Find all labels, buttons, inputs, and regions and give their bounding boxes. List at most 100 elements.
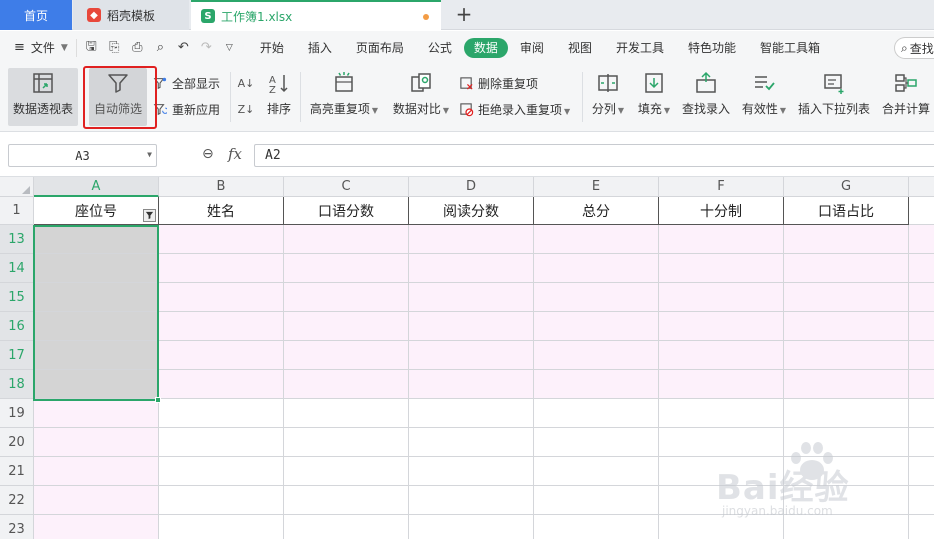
formula-input[interactable]: A2: [254, 144, 934, 167]
table-cell[interactable]: [909, 312, 934, 341]
table-cell[interactable]: [159, 370, 284, 399]
table-cell[interactable]: [659, 254, 784, 283]
menu-item-data[interactable]: 数据: [463, 37, 508, 58]
table-cell[interactable]: [159, 341, 284, 370]
column-header-f[interactable]: F: [659, 177, 784, 197]
row-header[interactable]: 15: [0, 283, 34, 312]
header-cell[interactable]: 阅读分数: [409, 197, 534, 225]
row-header[interactable]: 19: [0, 399, 34, 428]
table-cell[interactable]: [534, 515, 659, 539]
table-cell[interactable]: [659, 370, 784, 399]
table-cell[interactable]: [284, 457, 409, 486]
show-all-button[interactable]: 全部显示: [152, 72, 220, 94]
table-cell[interactable]: [409, 312, 534, 341]
table-cell[interactable]: [159, 312, 284, 341]
table-cell[interactable]: [659, 225, 784, 254]
table-cell[interactable]: [159, 457, 284, 486]
table-cell[interactable]: [909, 515, 934, 539]
menu-item-insert[interactable]: 插入: [296, 38, 344, 58]
table-cell[interactable]: [784, 225, 909, 254]
table-cell[interactable]: [284, 399, 409, 428]
header-cell[interactable]: 口语分数: [284, 197, 409, 225]
row-header[interactable]: 14: [0, 254, 34, 283]
table-cell[interactable]: [534, 457, 659, 486]
menu-item-features[interactable]: 特色功能: [676, 38, 748, 58]
row-header[interactable]: 18: [0, 370, 34, 399]
table-cell[interactable]: [34, 428, 159, 457]
merge-calculate-button[interactable]: 合并计算: [878, 68, 934, 126]
lookup-entry-button[interactable]: 查找录入: [680, 68, 732, 126]
row-header[interactable]: 20: [0, 428, 34, 457]
table-cell[interactable]: [784, 399, 909, 428]
table-cell[interactable]: [34, 283, 159, 312]
undo-icon[interactable]: ↶: [175, 40, 192, 55]
table-cell[interactable]: [159, 399, 284, 428]
table-cell[interactable]: [284, 254, 409, 283]
column-header-h[interactable]: [909, 177, 934, 197]
table-cell[interactable]: [534, 312, 659, 341]
table-cell[interactable]: [659, 457, 784, 486]
header-cell[interactable]: 姓名: [159, 197, 284, 225]
menu-item-review[interactable]: 审阅: [508, 38, 556, 58]
table-cell[interactable]: [784, 370, 909, 399]
data-compare-button[interactable]: 数据对比 ▼: [388, 68, 454, 126]
table-cell[interactable]: [909, 254, 934, 283]
table-cell[interactable]: [534, 341, 659, 370]
search-box[interactable]: ⌕ 查找: [894, 37, 934, 59]
pivot-table-button[interactable]: 数据透视表: [8, 68, 78, 126]
row-header[interactable]: 16: [0, 312, 34, 341]
table-cell[interactable]: [909, 225, 934, 254]
table-cell[interactable]: [784, 254, 909, 283]
table-cell[interactable]: [34, 254, 159, 283]
table-cell[interactable]: [34, 399, 159, 428]
save-icon[interactable]: 🖫: [83, 37, 100, 59]
row-header[interactable]: 23: [0, 515, 34, 539]
table-cell[interactable]: [534, 370, 659, 399]
table-cell[interactable]: [284, 225, 409, 254]
print-preview-icon[interactable]: ⌕: [152, 40, 169, 55]
filter-dropdown-icon[interactable]: [143, 209, 156, 222]
table-cell[interactable]: [534, 428, 659, 457]
table-cell[interactable]: [159, 428, 284, 457]
auto-filter-button[interactable]: 自动筛选: [89, 68, 147, 126]
table-cell[interactable]: [659, 486, 784, 515]
table-cell[interactable]: [659, 428, 784, 457]
column-header-c[interactable]: C: [284, 177, 409, 197]
file-menu[interactable]: ≡ 文件 ▼: [0, 39, 76, 56]
table-cell[interactable]: [784, 341, 909, 370]
table-cell[interactable]: [909, 457, 934, 486]
print-icon[interactable]: ⎙: [129, 40, 146, 55]
menu-item-home[interactable]: 开始: [248, 38, 296, 58]
table-cell[interactable]: [159, 486, 284, 515]
tab-docer-templates[interactable]: ◆ 稻壳模板: [73, 0, 189, 30]
split-column-button[interactable]: 分列 ▼: [590, 68, 626, 126]
menu-item-page-layout[interactable]: 页面布局: [344, 38, 416, 58]
table-cell[interactable]: [409, 486, 534, 515]
table-cell[interactable]: [784, 486, 909, 515]
validity-button[interactable]: 有效性 ▼: [740, 68, 788, 126]
table-cell[interactable]: [784, 312, 909, 341]
menu-item-smart-tools[interactable]: 智能工具箱: [748, 38, 832, 58]
new-tab-plus-icon[interactable]: +: [452, 3, 476, 27]
table-cell[interactable]: [784, 515, 909, 539]
header-cell[interactable]: 口语占比: [784, 197, 909, 225]
row-header[interactable]: 1: [0, 197, 34, 225]
table-cell[interactable]: [34, 312, 159, 341]
fill-button[interactable]: 填充 ▼: [636, 68, 672, 126]
table-cell[interactable]: [34, 370, 159, 399]
table-cell[interactable]: [409, 457, 534, 486]
table-cell[interactable]: [284, 428, 409, 457]
table-cell[interactable]: [409, 254, 534, 283]
table-cell[interactable]: [409, 428, 534, 457]
menu-item-formulas[interactable]: 公式: [416, 38, 464, 58]
table-cell[interactable]: [909, 428, 934, 457]
table-cell[interactable]: [659, 399, 784, 428]
column-header-b[interactable]: B: [159, 177, 284, 197]
insert-dropdown-list-button[interactable]: 插入下拉列表: [796, 68, 872, 126]
export-icon[interactable]: ⎘: [106, 40, 123, 55]
table-cell[interactable]: [159, 254, 284, 283]
reject-duplicates-button[interactable]: 拒绝录入重复项 ▼: [458, 98, 570, 120]
table-cell[interactable]: [909, 399, 934, 428]
table-cell[interactable]: [534, 399, 659, 428]
zoom-icon[interactable]: ⊖: [202, 146, 214, 162]
